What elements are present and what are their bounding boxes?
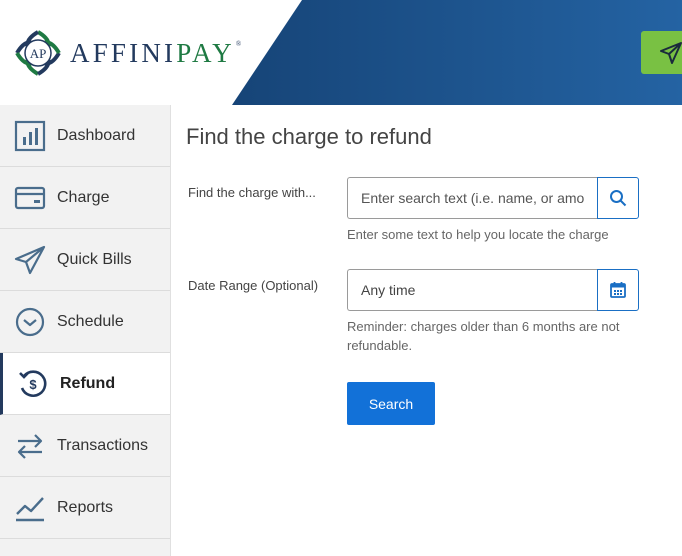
sidebar-item-label: Schedule [57, 312, 124, 330]
logo-monogram: AP [30, 46, 47, 61]
registered-mark: ® [235, 39, 242, 48]
sidebar-item-refund[interactable]: $ Refund [0, 353, 170, 415]
paper-plane-icon [660, 41, 682, 64]
send-quick-bill-button[interactable] [641, 31, 682, 74]
search-help-text: Enter some text to help you locate the c… [347, 227, 609, 242]
sidebar-item-reports[interactable]: Reports [0, 477, 170, 539]
sidebar-item-label: Transactions [57, 436, 148, 454]
sidebar-item-dashboard[interactable]: Dashboard [0, 105, 170, 167]
sidebar-item-transactions[interactable]: Transactions [0, 415, 170, 477]
sidebar-item-label: Refund [60, 374, 116, 392]
bar-chart-icon [13, 119, 47, 153]
date-range-input-group [347, 269, 639, 311]
sidebar-item-label: Quick Bills [57, 250, 132, 268]
app-header: AP AFFINI PAY ® [0, 0, 682, 105]
page-title: Find the charge to refund [186, 124, 432, 149]
sidebar-item-label: Dashboard [57, 126, 136, 144]
affinipay-logo-icon: AP [15, 30, 61, 76]
date-range-input[interactable] [347, 269, 598, 311]
clock-icon [13, 305, 47, 339]
sidebar-item-quick-bills[interactable]: Quick Bills [0, 229, 170, 291]
affinipay-logo[interactable]: AP AFFINI PAY ® [14, 28, 241, 78]
sidebar-item-label: Charge [57, 188, 110, 206]
date-range-label: Date Range (Optional) [188, 278, 319, 293]
calendar-button[interactable] [597, 269, 639, 311]
search-input[interactable] [347, 177, 598, 219]
arrows-exchange-icon [13, 429, 47, 463]
date-range-help-text: Reminder: charges older than 6 months ar… [347, 319, 620, 353]
search-icon-button[interactable] [597, 177, 639, 219]
search-field-label: Find the charge with... [188, 185, 316, 200]
paper-plane-icon [13, 243, 47, 277]
logo-wordmark: AFFINI PAY ® [70, 38, 241, 69]
search-icon [610, 190, 627, 207]
sidebar-item-schedule[interactable]: Schedule [0, 291, 170, 353]
main-content: Find the charge to refund Find the charg… [186, 105, 682, 556]
logo-text-suffix: PAY [176, 37, 235, 68]
search-input-group [347, 177, 639, 219]
calendar-icon [610, 282, 626, 298]
line-chart-icon [13, 491, 47, 525]
search-button[interactable]: Search [347, 382, 435, 425]
refund-dollar-icon: $ [16, 367, 50, 401]
logo-text-prefix: AFFINI [70, 37, 177, 68]
sidebar-item-label: Reports [57, 498, 114, 516]
sidebar-item-charge[interactable]: Charge [0, 167, 170, 229]
credit-card-icon [13, 181, 47, 215]
svg-text:$: $ [29, 377, 37, 392]
sidebar-nav: Dashboard Charge Quick Bills Schedule $ … [0, 105, 171, 556]
